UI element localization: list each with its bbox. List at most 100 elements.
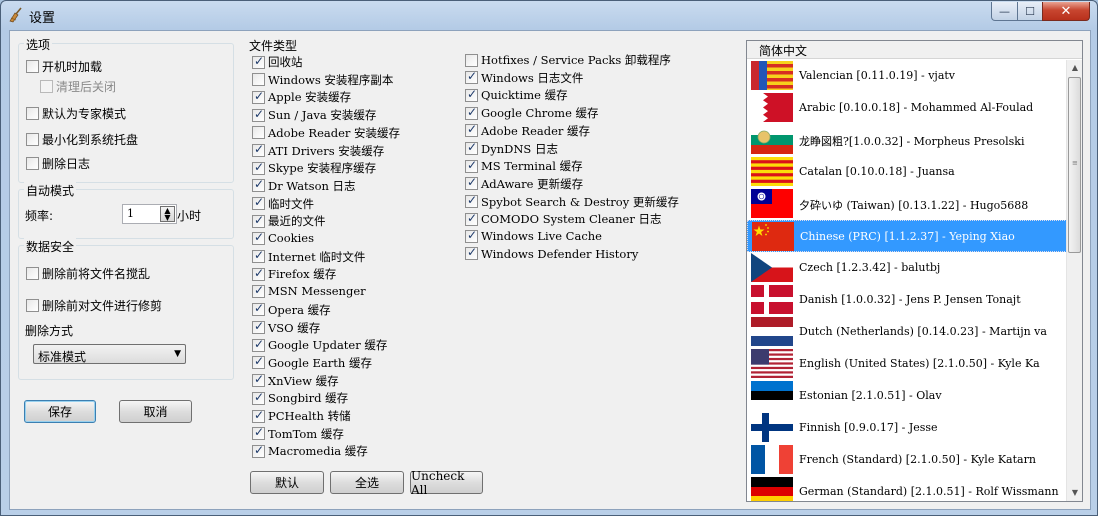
checkbox-checked[interactable] [252,107,265,122]
checkbox-checked[interactable] [465,105,478,120]
uncheck-all-button[interactable]: Uncheck All [410,469,483,497]
file-type-checkbox[interactable]: ATI Drivers 安装缓存 [252,142,384,159]
language-list-item[interactable]: Chinese (PRC) [1.1.2.37] - Yeping Xiao [747,220,1067,252]
checkbox-checked[interactable] [252,425,265,441]
language-list-item[interactable]: French (Standard) [2.1.0.50] - Kyle Kata… [747,444,1067,476]
file-type-checkbox[interactable]: Windows Live Cache [465,228,602,243]
file-type-checkbox[interactable]: Google Updater 缓存 [252,337,387,353]
file-type-checkbox[interactable]: VSO 缓存 [252,319,320,336]
scroll-down-arrow-icon[interactable]: ▼ [1067,485,1083,501]
checkbox-checked[interactable] [465,140,478,155]
checkbox-checked[interactable] [252,372,265,388]
checkbox-checked[interactable] [252,54,265,69]
file-type-checkbox[interactable]: Apple 安装缓存 [252,89,351,105]
file-type-checkbox[interactable]: Hotfixes / Service Packs 卸载程序 [465,52,671,68]
checkbox-checked[interactable] [252,301,265,317]
scroll-thumb[interactable]: ≡ [1068,77,1081,253]
select-all-button[interactable]: 全选 [330,471,404,494]
checkbox-checked[interactable] [465,87,478,102]
minimize-button[interactable]: — [991,2,1018,21]
file-type-checkbox[interactable]: Cookies [252,230,314,245]
language-list-item[interactable]: German (Standard) [2.1.0.51] - Rolf Wiss… [747,476,1067,501]
checkbox-box[interactable] [26,267,39,280]
maximize-button[interactable]: ☐ [1017,2,1043,21]
language-list-item[interactable]: Estonian [2.1.0.51] - Olav [747,380,1067,412]
checkbox-checked[interactable] [465,193,478,209]
checkbox-checked[interactable] [252,408,265,423]
file-type-checkbox[interactable]: DynDNS 日志 [465,140,558,157]
checkbox-checked[interactable] [252,89,265,104]
checkbox-checked[interactable] [252,248,265,264]
language-list-item[interactable]: 龙睁図粗?[1.0.0.32] - Morpheus Presolski [747,124,1067,156]
file-type-checkbox[interactable]: TomTom 缓存 [252,425,344,442]
file-type-checkbox[interactable]: 回收站 [252,54,303,70]
cancel-button[interactable]: 取消 [119,400,192,423]
default-button[interactable]: 默认 [250,471,324,494]
scramble-names-checkbox[interactable]: 删除前将文件名搅乱 [26,265,150,282]
file-type-checkbox[interactable]: 临时文件 [252,195,314,212]
file-type-checkbox[interactable]: MS Terminal 缓存 [465,158,583,174]
file-type-checkbox[interactable]: Internet 临时文件 [252,248,365,265]
file-type-checkbox[interactable]: AdAware 更新缓存 [465,175,583,192]
checkbox-checked[interactable] [252,354,265,370]
file-type-checkbox[interactable]: 最近的文件 [252,213,326,229]
file-type-checkbox[interactable]: MSN Messenger [252,283,366,298]
language-list-item[interactable]: Danish [1.0.0.32] - Jens P. Jensen Tonaj… [747,284,1067,316]
file-type-checkbox[interactable]: Adobe Reader 缓存 [465,122,590,139]
file-type-checkbox[interactable]: Sun / Java 安装缓存 [252,107,376,123]
file-type-checkbox[interactable]: Google Earth 缓存 [252,354,372,371]
checkbox-checked[interactable] [252,142,265,157]
language-list-item[interactable]: Arabic [0.10.0.18] - Mohammed Al-Foulad [747,92,1067,124]
checkbox-checked[interactable] [252,337,265,352]
minimize-tray-checkbox[interactable]: 最小化到系统托盘 [26,131,138,148]
file-type-checkbox[interactable]: XnView 缓存 [252,372,339,389]
file-type-checkbox[interactable]: Adobe Reader 安装缓存 [252,125,400,141]
checkbox-checked[interactable] [252,319,265,334]
file-type-checkbox[interactable]: Macromedia 缓存 [252,443,368,459]
language-list-item[interactable]: Valencian [0.11.0.19] - vjatv [747,60,1067,92]
checkbox-checked[interactable] [465,122,478,138]
language-list[interactable]: Valencian [0.11.0.19] - vjatv Arabic [0.1… [747,60,1067,501]
chevron-down-icon[interactable]: ▼ [174,349,181,359]
file-type-checkbox[interactable]: Skype 安装程序缓存 [252,160,376,176]
checkbox-checked[interactable] [252,443,265,458]
file-type-checkbox[interactable]: Quicktime 缓存 [465,87,568,103]
file-type-checkbox[interactable]: Dr Watson 日志 [252,177,356,194]
checkbox-checked[interactable] [465,211,478,226]
title-bar[interactable]: 设置 — ☐ ✕ [1,1,1097,29]
file-type-checkbox[interactable]: Windows 安装程序副本 [252,72,393,88]
delete-log-checkbox[interactable]: 删除日志 [26,155,90,172]
checkbox-checked[interactable] [465,245,478,261]
spinner-arrows-icon[interactable]: ▲ ▼ [160,206,175,222]
checkbox-checked[interactable] [252,177,265,193]
file-type-checkbox[interactable]: PCHealth 转储 [252,408,351,424]
checkbox-checked[interactable] [252,390,265,405]
language-list-item[interactable]: Czech [1.2.3.42] - balutbj [747,252,1067,284]
file-type-checkbox[interactable]: Windows Defender History [465,245,638,261]
close-button[interactable]: ✕ [1042,2,1090,21]
frequency-spinner[interactable]: 1 ▲ ▼ [122,204,177,224]
language-list-item[interactable]: 夕砕いゆ (Taiwan) [0.13.1.22] - Hugo5688 [747,188,1067,220]
checkbox-box[interactable] [26,60,39,73]
overwrite-files-checkbox[interactable]: 删除前对文件进行修剪 [26,297,162,314]
checkbox-checked[interactable] [252,230,265,245]
checkbox-checked[interactable] [252,195,265,211]
file-type-checkbox[interactable]: Opera 缓存 [252,301,331,318]
checkbox-unchecked[interactable] [465,53,478,67]
file-type-checkbox[interactable]: Firefox 缓存 [252,266,336,282]
checkbox-checked[interactable] [252,283,265,298]
startup-checkbox[interactable]: 开机时加载 [26,58,102,75]
checkbox-box[interactable] [26,157,39,170]
file-type-checkbox[interactable]: COMODO System Cleaner 日志 [465,211,662,227]
frequency-value[interactable]: 1 [127,207,134,220]
expert-mode-checkbox[interactable]: 默认为专家模式 [26,105,126,122]
file-type-checkbox[interactable]: Spybot Search & Destroy 更新缓存 [465,193,679,210]
save-button[interactable]: 保存 [24,400,96,423]
file-type-checkbox[interactable]: Songbird 缓存 [252,390,348,406]
checkbox-box[interactable] [26,133,39,146]
checkbox-checked[interactable] [252,160,265,175]
file-type-checkbox[interactable]: Google Chrome 缓存 [465,105,599,121]
checkbox-unchecked[interactable] [252,126,265,140]
checkbox-unchecked[interactable] [252,73,265,87]
language-list-item[interactable]: Dutch (Netherlands) [0.14.0.23] - Martij… [747,316,1067,348]
